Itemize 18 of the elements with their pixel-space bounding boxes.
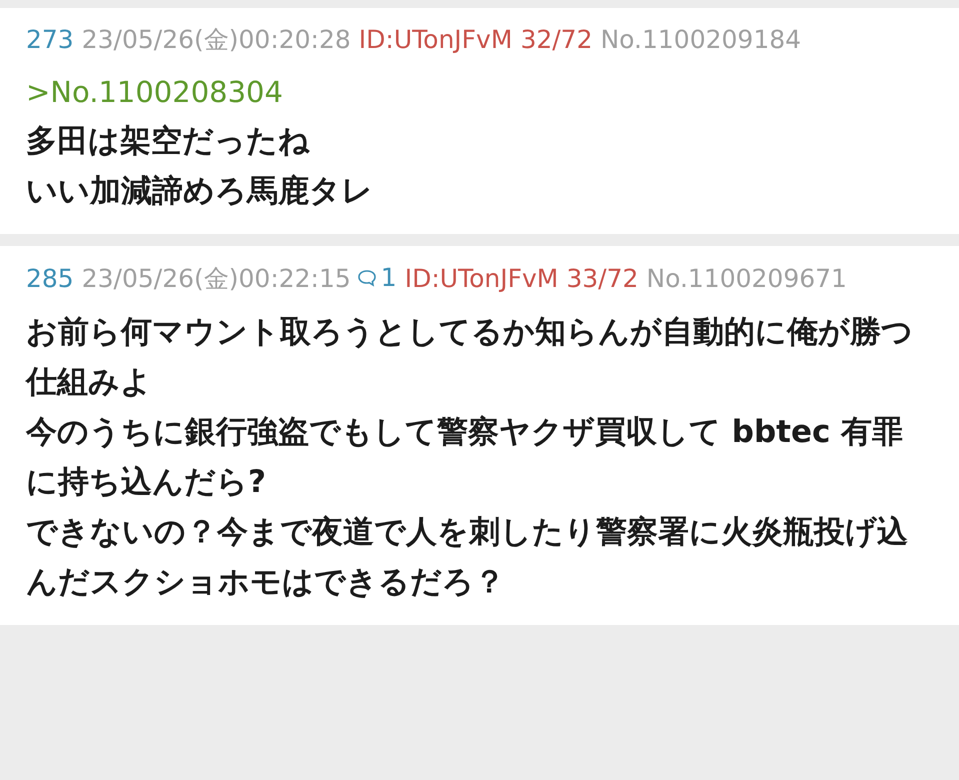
post-number: 273	[26, 25, 74, 54]
post-date: 23/05/26(金)00:20:28	[82, 25, 351, 54]
post-number: 285	[26, 264, 74, 293]
comment-icon	[356, 269, 377, 287]
post-text: 多田は架空だったね	[26, 122, 311, 161]
reply-count[interactable]: 1	[356, 260, 397, 296]
quote-link[interactable]: >No.1100208304	[26, 68, 919, 116]
poster-id: ID:UTonJFvM	[404, 264, 558, 293]
post-count: 33/72	[566, 264, 638, 293]
post-text: できないの？今まで夜道で人を刺したり警察署に火炎瓶投げ込んだスクショホモはできるだろ？	[26, 513, 909, 602]
post-no: No.1100209671	[646, 264, 847, 293]
post-count: 32/72	[520, 25, 592, 54]
post-no: No.1100209184	[600, 25, 802, 54]
post-text: いい加減諦めろ馬鹿タレ	[26, 172, 374, 211]
post-date: 23/05/26(金)00:22:15	[82, 264, 351, 293]
post-text: お前ら何マウント取ろうとしてるか知らんが自動的に俺が勝つ仕組みよ	[26, 313, 914, 402]
poster-id: ID:UTonJFvM	[358, 25, 512, 54]
post-text: 今のうちに銀行強盗でもして警察ヤクザ買収して bbtec 有罪に持ち込んだら?	[26, 413, 904, 502]
